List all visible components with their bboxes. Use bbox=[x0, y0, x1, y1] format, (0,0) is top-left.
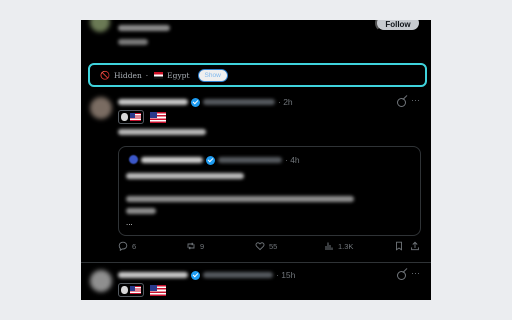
share-icon bbox=[411, 241, 419, 251]
bookmark-button[interactable] bbox=[394, 241, 404, 251]
post-time[interactable]: · 15h bbox=[276, 270, 295, 280]
redacted-text bbox=[126, 196, 354, 202]
redacted-text bbox=[126, 208, 156, 214]
badge-box bbox=[118, 110, 144, 124]
redacted-text bbox=[118, 39, 148, 45]
like-count: 55 bbox=[269, 241, 278, 251]
profile-badges bbox=[118, 110, 166, 124]
show-button[interactable]: Show bbox=[197, 68, 228, 82]
quoted-post-time: · 4h bbox=[285, 155, 300, 165]
verified-badge-icon bbox=[206, 155, 215, 165]
ellipsis: ... bbox=[126, 218, 133, 227]
repost-count: 9 bbox=[200, 241, 205, 251]
country-label: Egypt bbox=[167, 70, 190, 80]
avatar[interactable] bbox=[90, 20, 110, 32]
share-button[interactable] bbox=[410, 241, 420, 251]
redacted-name[interactable] bbox=[118, 272, 188, 278]
quoted-avatar bbox=[129, 155, 138, 164]
profile-badges bbox=[118, 283, 166, 297]
us-flag-icon bbox=[130, 113, 141, 121]
verified-badge-icon bbox=[191, 270, 200, 280]
avatar[interactable] bbox=[90, 97, 112, 119]
us-flag-icon bbox=[150, 111, 166, 123]
bookmark-icon bbox=[396, 241, 402, 251]
quoted-post-header: · 4h bbox=[141, 155, 300, 165]
post-actions: 6 9 55 1.3K bbox=[118, 241, 421, 255]
apple-icon bbox=[121, 113, 128, 121]
verified-badge-icon bbox=[191, 97, 200, 107]
post-divider bbox=[81, 262, 431, 263]
post-header: · 15h bbox=[118, 270, 295, 280]
reply-count: 6 bbox=[132, 241, 137, 251]
avatar[interactable] bbox=[90, 270, 112, 292]
ban-icon: 🚫 bbox=[100, 70, 110, 80]
post-time[interactable]: · 2h bbox=[278, 97, 293, 107]
reply-icon bbox=[118, 241, 128, 251]
hidden-label: Hidden bbox=[113, 70, 142, 80]
separator: · bbox=[145, 70, 149, 80]
redacted-handle[interactable] bbox=[203, 99, 275, 105]
reply-button[interactable]: 6 bbox=[118, 241, 136, 251]
redacted-handle bbox=[218, 157, 282, 163]
redacted-handle[interactable] bbox=[203, 272, 273, 278]
heart-icon bbox=[255, 242, 265, 251]
egypt-flag-icon bbox=[154, 71, 164, 79]
redacted-text bbox=[118, 129, 206, 135]
repost-button[interactable]: 9 bbox=[186, 241, 204, 251]
apple-icon bbox=[121, 286, 128, 294]
view-count: 1.3K bbox=[338, 241, 354, 251]
views-button[interactable]: 1.3K bbox=[324, 241, 353, 251]
redacted-text bbox=[126, 173, 244, 179]
us-flag-icon bbox=[150, 284, 166, 296]
us-flag-icon bbox=[130, 286, 141, 294]
redacted-text bbox=[118, 25, 170, 31]
grok-icon[interactable] bbox=[397, 271, 406, 280]
repost-icon bbox=[187, 242, 195, 250]
follow-button[interactable]: Follow bbox=[375, 20, 421, 32]
quoted-post[interactable]: · 4h ... bbox=[118, 146, 421, 236]
more-options-icon[interactable]: ··· bbox=[411, 268, 420, 278]
redacted-name[interactable] bbox=[118, 99, 188, 105]
badge-box bbox=[118, 283, 144, 297]
grok-icon[interactable] bbox=[397, 98, 406, 107]
hidden-post-banner: 🚫 Hidden · Egypt Show bbox=[88, 63, 427, 87]
timeline-feed: Follow 🚫 Hidden · Egypt Show · 2h ··· · … bbox=[81, 20, 431, 300]
more-options-icon[interactable]: ··· bbox=[411, 95, 420, 105]
like-button[interactable]: 55 bbox=[255, 241, 277, 251]
views-icon bbox=[325, 242, 333, 250]
post-header: · 2h bbox=[118, 97, 293, 107]
redacted-name bbox=[141, 157, 203, 163]
